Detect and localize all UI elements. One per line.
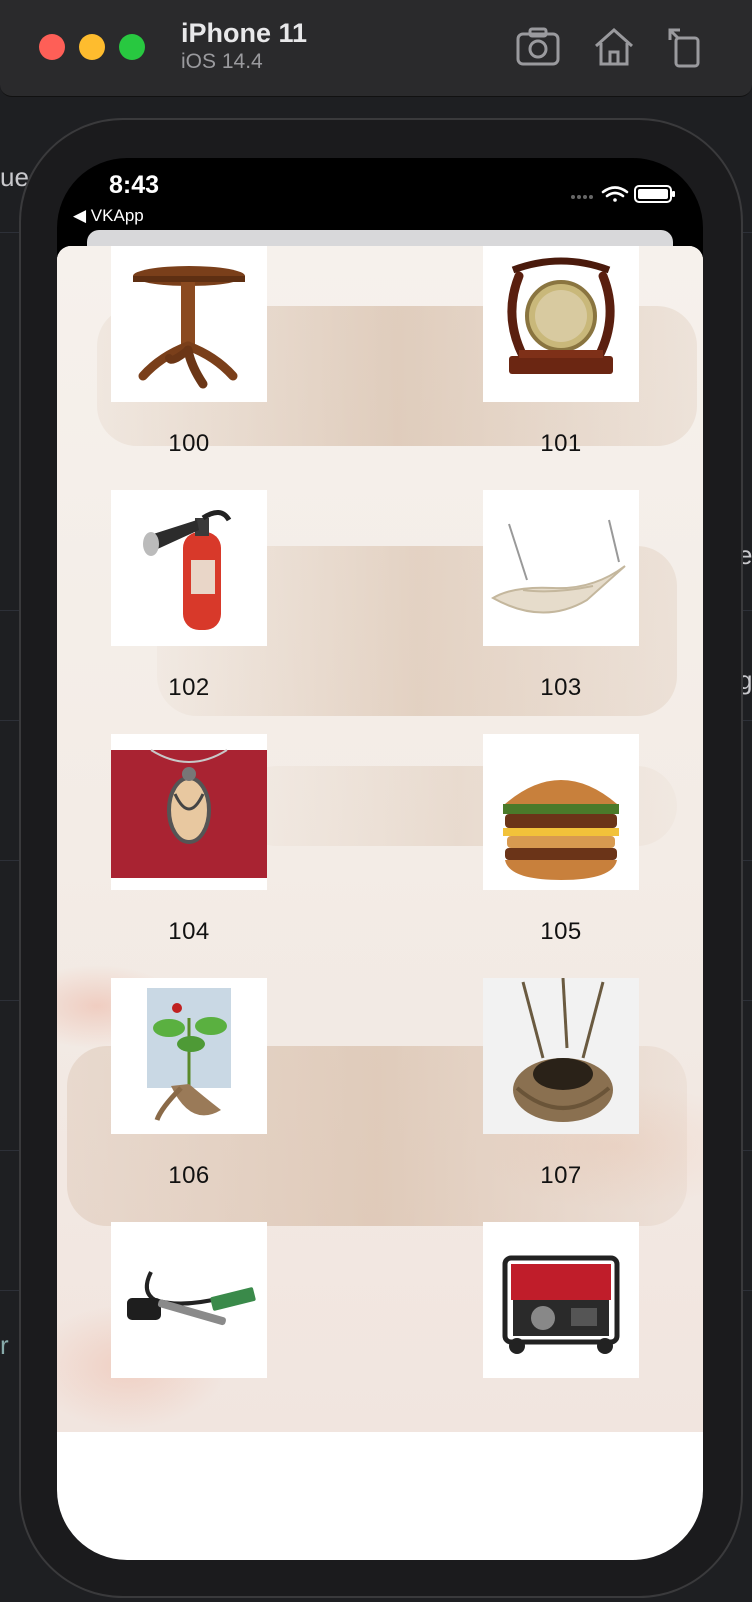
grid-item[interactable]: 104: [111, 734, 267, 946]
rotate-icon[interactable]: [664, 24, 712, 70]
grid-item[interactable]: 103: [483, 490, 639, 702]
grid-item[interactable]: 106: [111, 978, 267, 1190]
grid-item[interactable]: 105: [483, 734, 639, 946]
status-time: 8:43: [109, 171, 160, 199]
grid-item[interactable]: 102: [111, 490, 267, 702]
battery-icon: [634, 185, 675, 203]
item-label: 101: [540, 430, 582, 457]
fire-extinguisher-icon: [111, 490, 267, 646]
table-icon: [111, 246, 267, 402]
device-screen: 8:43 ◀ VKApp 100 101 102 103 104 105 106…: [57, 158, 703, 1560]
notch: [199, 158, 559, 208]
grid-item[interactable]: [111, 1222, 267, 1406]
device-name: iPhone 11: [181, 18, 308, 48]
item-label: 106: [168, 1162, 210, 1189]
minimize-window-button[interactable]: [79, 34, 105, 60]
item-label: 100: [168, 430, 210, 457]
gong-icon: [483, 246, 639, 402]
cellular-icon: [571, 195, 593, 199]
home-icon[interactable]: [590, 24, 638, 70]
modal-sheet: 100 101 102 103 104 105 106 107: [57, 246, 703, 1560]
zoom-window-button[interactable]: [119, 34, 145, 60]
screenshot-icon[interactable]: [514, 24, 562, 70]
grid-item[interactable]: 100: [111, 246, 267, 458]
item-label: 107: [540, 1162, 582, 1189]
ginseng-icon: [111, 978, 267, 1134]
burger-icon: [483, 734, 639, 890]
grid-item[interactable]: 107: [483, 978, 639, 1190]
os-version: iOS 14.4: [181, 50, 263, 73]
back-to-app-link[interactable]: ◀ VKApp: [73, 206, 144, 226]
item-label: 105: [540, 918, 582, 945]
simulator-titlebar: iPhone 11 iOS 14.4: [0, 0, 752, 97]
generator-icon: [483, 1222, 639, 1378]
status-icons: [567, 184, 677, 204]
pendant-icon: [111, 734, 267, 890]
close-window-button[interactable]: [39, 34, 65, 60]
nest-icon: [483, 978, 639, 1134]
background-text-fragment: r: [0, 1330, 9, 1360]
grid-item[interactable]: 101: [483, 246, 639, 458]
item-label: 104: [168, 918, 210, 945]
item-label: 102: [168, 674, 210, 701]
hammock-icon: [483, 490, 639, 646]
wifi-icon: [601, 186, 629, 202]
fire-starter-icon: [111, 1222, 267, 1378]
grid-item[interactable]: [483, 1222, 639, 1406]
item-label: 103: [540, 674, 582, 701]
